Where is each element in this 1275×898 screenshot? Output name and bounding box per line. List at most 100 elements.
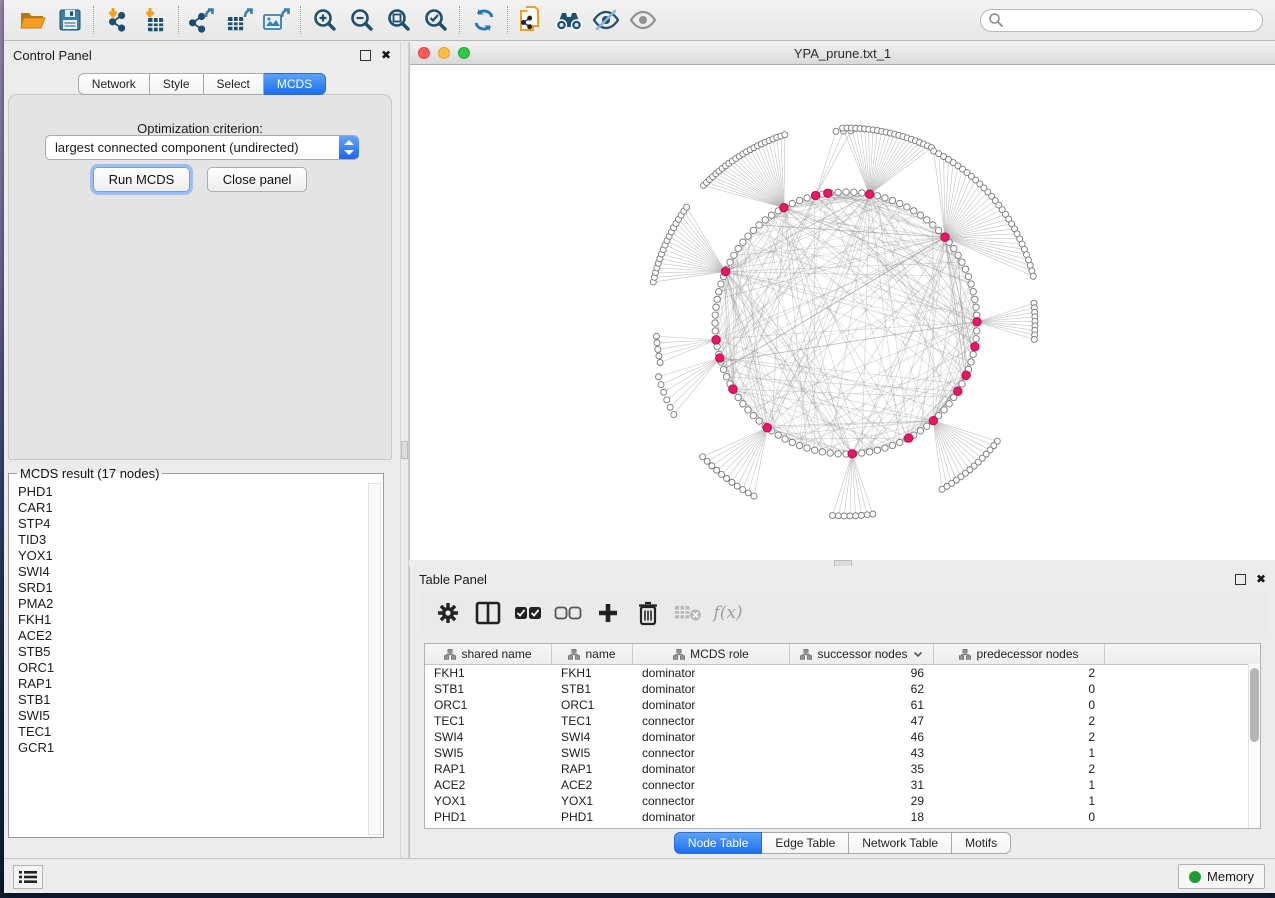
mcds-result-item[interactable]: SWI4 bbox=[18, 564, 369, 580]
network-node bbox=[756, 418, 762, 424]
refresh-icon[interactable] bbox=[465, 4, 502, 36]
network-canvas[interactable] bbox=[410, 65, 1275, 560]
mcds-result-item[interactable]: SWI5 bbox=[18, 708, 369, 724]
network-node bbox=[756, 222, 762, 228]
mcds-result-item[interactable]: RAP1 bbox=[18, 676, 369, 692]
mcds-result-scrollbar[interactable] bbox=[368, 483, 381, 835]
export-network-icon[interactable] bbox=[184, 4, 221, 36]
tab-edge-table[interactable]: Edge Table bbox=[762, 832, 849, 854]
close-panel-icon[interactable]: ✖ bbox=[381, 49, 391, 61]
zoom-out-icon[interactable] bbox=[343, 4, 380, 36]
column-header-successor-nodes[interactable]: successor nodes bbox=[790, 644, 934, 664]
column-header-shared-name[interactable]: shared name bbox=[425, 644, 552, 664]
table-row[interactable]: ORC1ORC1dominator610 bbox=[425, 697, 1260, 713]
control-panel-title: Control Panel bbox=[13, 48, 92, 63]
mcds-result-item[interactable]: YOX1 bbox=[18, 548, 369, 564]
leaf-node bbox=[658, 382, 664, 388]
tab-motifs[interactable]: Motifs bbox=[952, 832, 1011, 854]
table-row[interactable]: SWI5SWI5connector431 bbox=[425, 745, 1260, 761]
column-header-predecessor-nodes[interactable]: predecessor nodes bbox=[934, 644, 1105, 664]
mcds-hub-node bbox=[905, 434, 913, 442]
mcds-result-item[interactable]: STB1 bbox=[18, 692, 369, 708]
mcds-result-item[interactable]: SRD1 bbox=[18, 580, 369, 596]
import-network-icon[interactable] bbox=[99, 4, 136, 36]
leaf-node bbox=[939, 486, 945, 492]
table-row[interactable]: YOX1YOX1connector291 bbox=[425, 793, 1260, 809]
mcds-hub-node bbox=[929, 416, 937, 424]
binoculars-icon[interactable] bbox=[550, 4, 587, 36]
table-row[interactable]: FKH1FKH1dominator962 bbox=[425, 665, 1260, 681]
float-panel-icon[interactable] bbox=[1235, 574, 1246, 585]
save-icon[interactable] bbox=[51, 4, 88, 36]
export-table-icon[interactable] bbox=[221, 4, 258, 36]
memory-button[interactable]: Memory bbox=[1178, 864, 1265, 889]
table-row[interactable]: RAP1RAP1dominator352 bbox=[425, 761, 1260, 777]
tab-node-table[interactable]: Node Table bbox=[674, 832, 763, 854]
optimization-criterion-select[interactable]: largest connected component (undirected) bbox=[45, 135, 359, 160]
cell-predecessor-nodes: 2 bbox=[934, 665, 1105, 681]
select-stepper-icon[interactable] bbox=[339, 136, 359, 159]
cell-MCDS-role: dominator bbox=[633, 697, 790, 713]
mcds-result-item[interactable]: ORC1 bbox=[18, 660, 369, 676]
zoom-fit-icon[interactable] bbox=[380, 4, 417, 36]
table-row[interactable]: STB1STB1dominator620 bbox=[425, 681, 1260, 697]
add-icon[interactable] bbox=[588, 596, 628, 630]
import-table-icon[interactable] bbox=[136, 4, 173, 36]
mcds-result-item[interactable]: TID3 bbox=[18, 532, 369, 548]
table-body: FKH1FKH1dominator962STB1STB1dominator620… bbox=[425, 665, 1260, 825]
tab-network[interactable]: Network bbox=[78, 73, 150, 95]
mcds-result-item[interactable]: STB5 bbox=[18, 644, 369, 660]
network-graph[interactable] bbox=[410, 65, 1275, 560]
mcds-result-item[interactable]: TEC1 bbox=[18, 724, 369, 740]
column-header-MCDS-role[interactable]: MCDS role bbox=[633, 644, 790, 664]
zoom-in-icon[interactable] bbox=[306, 4, 343, 36]
split-panel-icon[interactable] bbox=[468, 596, 508, 630]
delete-icon[interactable] bbox=[628, 596, 668, 630]
mcds-result-item[interactable]: FKH1 bbox=[18, 612, 369, 628]
gear-icon[interactable] bbox=[428, 596, 468, 630]
task-history-button[interactable] bbox=[13, 865, 43, 889]
folder-open-icon[interactable] bbox=[14, 4, 51, 36]
table-row[interactable]: PHD1PHD1dominator180 bbox=[425, 809, 1260, 825]
column-header-name[interactable]: name bbox=[552, 644, 633, 664]
vertical-splitter[interactable] bbox=[400, 42, 409, 859]
cell-predecessor-nodes: 1 bbox=[934, 793, 1105, 809]
leaf-node bbox=[847, 513, 853, 519]
mcds-result-item[interactable]: ACE2 bbox=[18, 628, 369, 644]
clone-network-icon[interactable] bbox=[513, 4, 550, 36]
tab-network-table[interactable]: Network Table bbox=[849, 832, 952, 854]
close-panel-button[interactable]: Close panel bbox=[207, 167, 308, 192]
leaf-node bbox=[830, 513, 836, 519]
leaf-node bbox=[656, 374, 662, 380]
search-input[interactable] bbox=[980, 9, 1263, 32]
tab-mcds[interactable]: MCDS bbox=[264, 73, 326, 95]
eye-slash-icon[interactable] bbox=[587, 4, 624, 36]
zoom-selected-icon[interactable] bbox=[417, 4, 454, 36]
mcds-result-item[interactable]: STP4 bbox=[18, 516, 369, 532]
leaf-node bbox=[841, 513, 847, 519]
table-scrollbar[interactable] bbox=[1248, 664, 1260, 828]
run-mcds-button[interactable]: Run MCDS bbox=[93, 167, 191, 192]
tab-select[interactable]: Select bbox=[204, 73, 264, 95]
splitter-grip[interactable] bbox=[401, 441, 408, 459]
select-all-icon[interactable] bbox=[508, 596, 548, 630]
mcds-result-list[interactable]: PHD1CAR1STP4TID3YOX1SWI4SRD1PMA2FKH1ACE2… bbox=[9, 481, 369, 837]
close-panel-icon[interactable]: ✖ bbox=[1256, 573, 1266, 585]
deselect-all-icon[interactable] bbox=[548, 596, 588, 630]
network-node bbox=[735, 245, 741, 251]
float-panel-icon[interactable] bbox=[360, 50, 371, 61]
mcds-result-item[interactable]: CAR1 bbox=[18, 500, 369, 516]
mcds-result-item[interactable]: GCR1 bbox=[18, 740, 369, 756]
tab-style[interactable]: Style bbox=[150, 73, 204, 95]
cell-successor-nodes: 62 bbox=[790, 681, 934, 697]
table-row[interactable]: SWI4SWI4dominator462 bbox=[425, 729, 1260, 745]
export-image-icon[interactable] bbox=[258, 4, 295, 36]
network-node bbox=[762, 217, 768, 223]
scrollbar-thumb[interactable] bbox=[1250, 668, 1259, 742]
toolbar-group bbox=[14, 4, 88, 36]
table-row[interactable]: ACE2ACE2connector311 bbox=[425, 777, 1260, 793]
mcds-result-item[interactable]: PMA2 bbox=[18, 596, 369, 612]
cell-shared-name: SWI4 bbox=[425, 729, 552, 745]
mcds-result-item[interactable]: PHD1 bbox=[18, 484, 369, 500]
table-row[interactable]: TEC1TEC1connector472 bbox=[425, 713, 1260, 729]
